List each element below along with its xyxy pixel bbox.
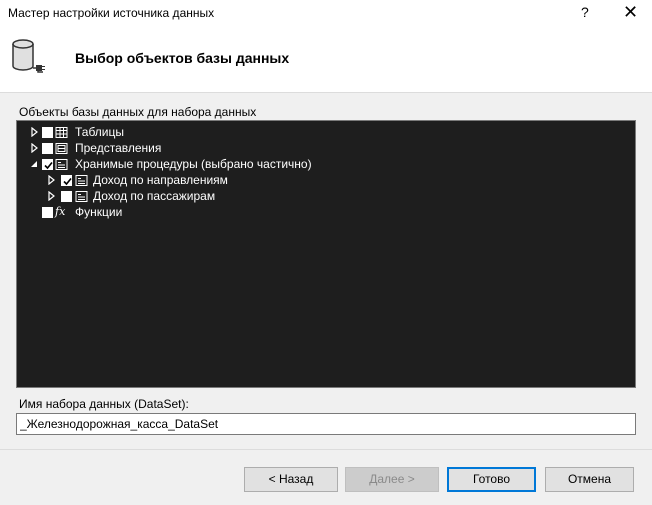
help-button[interactable]: ? bbox=[581, 4, 589, 20]
expand-arrow-icon[interactable] bbox=[30, 127, 40, 137]
next-button[interactable]: Далее > bbox=[345, 467, 439, 492]
view-icon bbox=[55, 143, 68, 154]
tree-item-label: Доход по пассажирам bbox=[93, 189, 216, 203]
dataset-name-label: Имя набора данных (DataSet): bbox=[19, 397, 189, 411]
checkbox-checked[interactable] bbox=[42, 159, 53, 170]
tree-item-label: Хранимые процедуры (выбрано частично) bbox=[75, 157, 312, 171]
title-bar: Мастер настройки источника данных ? ✕ bbox=[0, 0, 652, 28]
tree-item-label: Функции bbox=[75, 205, 123, 219]
window-title: Мастер настройки источника данных bbox=[8, 6, 215, 20]
tree-label: Объекты базы данных для набора данных bbox=[19, 105, 257, 119]
tree-item-views[interactable]: Представления bbox=[17, 140, 635, 156]
tree-item-label: Доход по направлениям bbox=[93, 173, 228, 187]
back-button[interactable]: < Назад bbox=[244, 467, 338, 492]
checkbox[interactable] bbox=[42, 207, 53, 218]
checkbox[interactable] bbox=[42, 143, 53, 154]
database-plug-icon bbox=[12, 39, 45, 73]
collapse-arrow-icon[interactable] bbox=[29, 159, 39, 169]
expand-arrow-icon[interactable] bbox=[30, 143, 40, 153]
tree-item-income-by-direction[interactable]: Доход по направлениям bbox=[17, 172, 635, 188]
close-button[interactable]: ✕ bbox=[623, 2, 638, 23]
table-icon bbox=[55, 127, 68, 138]
checkbox[interactable] bbox=[42, 127, 53, 138]
footer-divider bbox=[0, 449, 652, 450]
check-icon bbox=[44, 161, 53, 170]
stored-procedure-icon bbox=[75, 191, 88, 202]
page-title: Выбор объектов базы данных bbox=[75, 50, 290, 66]
stored-procedure-icon bbox=[55, 159, 68, 170]
dataset-name-input[interactable] bbox=[16, 413, 636, 435]
cancel-button[interactable]: Отмена bbox=[545, 467, 634, 492]
tree-item-label: Представления bbox=[75, 141, 162, 155]
tree-item-income-by-passengers[interactable]: Доход по пассажирам bbox=[17, 188, 635, 204]
check-icon bbox=[63, 177, 72, 186]
function-icon: fx bbox=[55, 205, 66, 218]
stored-procedure-icon bbox=[75, 175, 88, 186]
tree-item-functions[interactable]: fx Функции bbox=[17, 204, 635, 220]
wizard-header: Выбор объектов базы данных bbox=[0, 28, 652, 93]
expand-arrow-icon[interactable] bbox=[47, 175, 57, 185]
expand-arrow-icon[interactable] bbox=[47, 191, 57, 201]
finish-button[interactable]: Готово bbox=[447, 467, 536, 492]
database-objects-tree[interactable]: Таблицы Представления Хранимые процедуры… bbox=[16, 120, 636, 388]
tree-item-stored-procedures[interactable]: Хранимые процедуры (выбрано частично) bbox=[17, 156, 635, 172]
checkbox[interactable] bbox=[61, 191, 72, 202]
tree-item-label: Таблицы bbox=[75, 125, 125, 139]
checkbox-checked[interactable] bbox=[61, 175, 72, 186]
tree-item-tables[interactable]: Таблицы bbox=[17, 124, 635, 140]
